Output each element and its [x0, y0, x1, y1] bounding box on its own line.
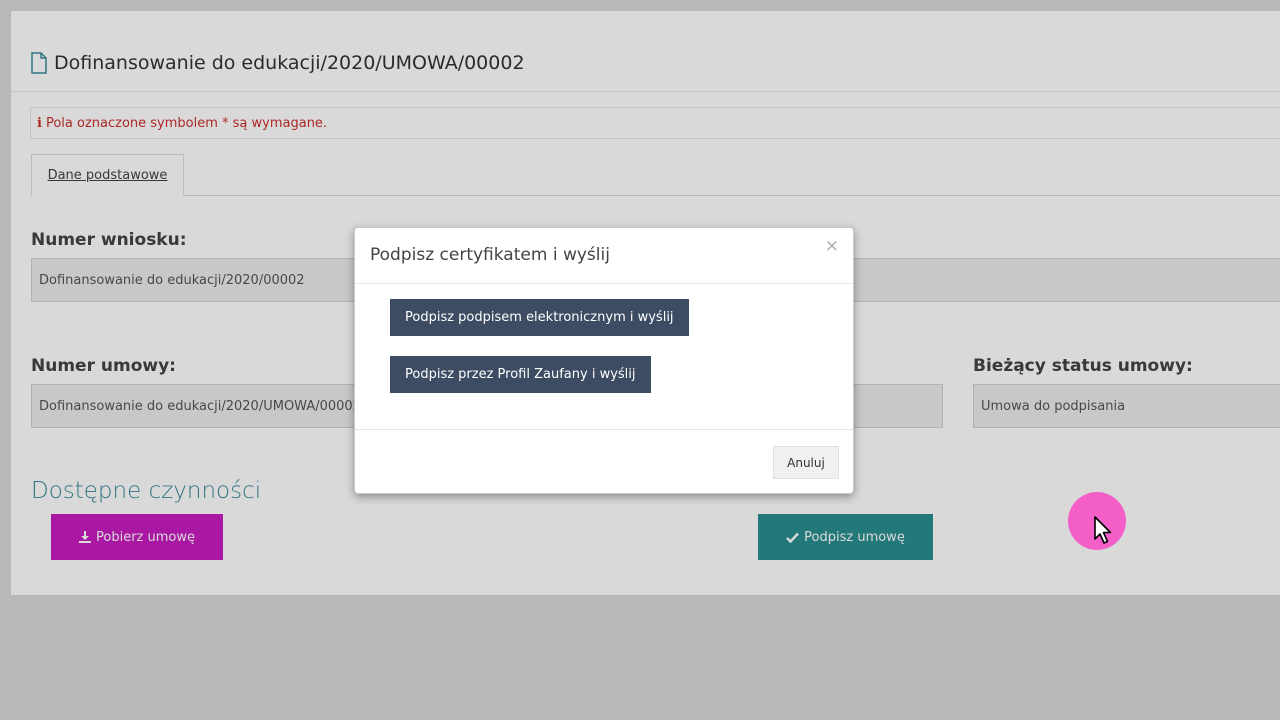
close-icon[interactable]: ×: [825, 238, 839, 255]
cancel-button[interactable]: Anuluj: [773, 446, 839, 479]
modal-footer-divider: [355, 429, 853, 430]
sign-modal: Podpisz certyfikatem i wyślij × Podpisz …: [354, 227, 854, 494]
sign-trusted-profile-button[interactable]: Podpisz przez Profil Zaufany i wyślij: [390, 356, 651, 393]
sign-electronic-button[interactable]: Podpisz podpisem elektronicznym i wyślij: [390, 299, 689, 336]
modal-header-divider: [355, 283, 853, 284]
modal-title: Podpisz certyfikatem i wyślij: [370, 245, 610, 265]
mouse-pointer-icon: [1094, 516, 1112, 544]
